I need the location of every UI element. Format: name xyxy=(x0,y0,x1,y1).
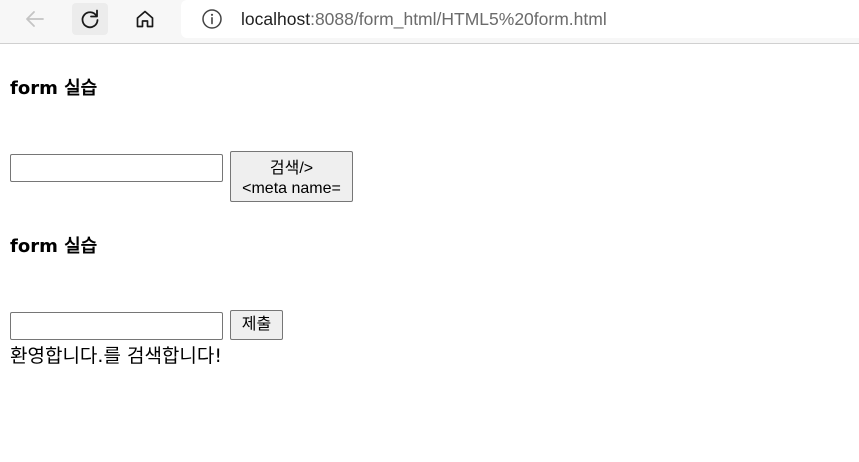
search-button-label-line1: 검색/> xyxy=(269,159,314,177)
reload-button[interactable] xyxy=(72,3,108,35)
url-text[interactable]: localhost:8088/form_html/HTML5%20form.ht… xyxy=(241,9,607,30)
form-heading: form 실습 xyxy=(10,78,98,99)
home-button[interactable] xyxy=(127,3,163,35)
back-button[interactable] xyxy=(17,3,53,35)
info-icon[interactable] xyxy=(201,8,223,30)
back-arrow-icon xyxy=(26,11,44,27)
url-path: :8088/form_html/HTML5%20form.html xyxy=(310,8,607,29)
search-button[interactable]: 검색/> <meta name= xyxy=(230,151,353,202)
address-bar[interactable]: localhost:8088/form_html/HTML5%20form.ht… xyxy=(181,0,859,38)
result-text: 환영합니다.를 검색합니다! xyxy=(10,345,222,367)
home-icon xyxy=(136,10,154,28)
submit-button[interactable]: 제출 xyxy=(230,310,283,340)
search-input[interactable] xyxy=(10,154,223,182)
search-button-label-line2: <meta name= xyxy=(242,179,341,197)
reload-icon xyxy=(81,9,99,29)
browser-toolbar: localhost:8088/form_html/HTML5%20form.ht… xyxy=(0,0,859,44)
url-host: localhost xyxy=(241,8,311,29)
text-input[interactable] xyxy=(10,312,223,340)
form-heading: form 실습 xyxy=(10,236,98,257)
